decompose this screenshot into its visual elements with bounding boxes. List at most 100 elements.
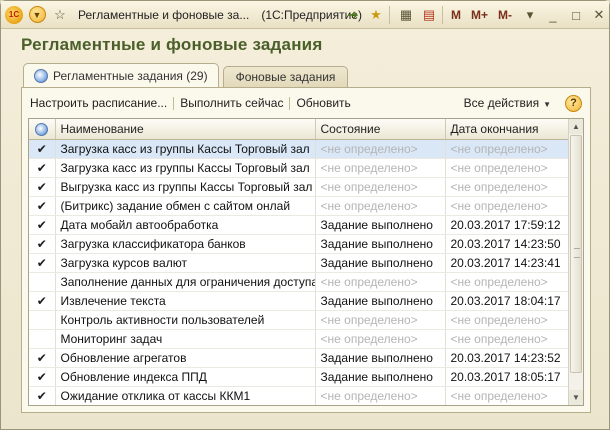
memory-minus-button[interactable]: M- — [498, 8, 512, 22]
favorites-star-icon[interactable]: ★ — [366, 5, 386, 25]
tab-label: Регламентные задания (29) — [53, 68, 208, 83]
use-checkbox[interactable]: ✔ — [29, 386, 56, 405]
calendar-icon[interactable]: ▤ — [419, 5, 439, 25]
table-row[interactable]: ✔ Загрузка касс из группы Кассы Торговый … — [29, 158, 570, 178]
scroll-down-icon[interactable]: ▼ — [569, 390, 583, 405]
job-end-date-cell: <не определено> — [445, 272, 570, 292]
use-checkbox[interactable]: ✔ — [29, 158, 56, 178]
job-state-cell: Задание выполнено — [315, 234, 446, 254]
job-state-cell: Задание выполнено — [315, 291, 446, 311]
tab-background-jobs[interactable]: Фоновые задания — [222, 66, 349, 87]
use-checkbox[interactable] — [29, 272, 56, 292]
job-name-cell: Обновление индекса ППД — [55, 367, 316, 387]
title-bar: 1С ▼ ☆ Регламентные и фоновые за... (1С:… — [1, 1, 609, 29]
table-row[interactable]: ✔ Обновление агрегатов Задание выполнено 20… — [29, 348, 570, 368]
use-checkbox[interactable] — [29, 329, 56, 349]
column-name-header[interactable]: Наименование — [55, 119, 316, 140]
window-menu-icon[interactable]: ▾ — [520, 5, 540, 25]
table-row[interactable]: ✔ Обновление индекса ППД Задание выполнено… — [29, 367, 570, 387]
table-row[interactable]: ✔ Загрузка курсов валют Задание выполнено 2… — [29, 253, 570, 273]
vertical-scrollbar[interactable]: ▲ ▼ — [568, 119, 583, 405]
app-logo-icon[interactable]: 1С — [4, 5, 24, 25]
table-row[interactable]: ✔ (Битрикс) задание обмен с сайтом онлай <… — [29, 196, 570, 216]
column-use-header[interactable] — [29, 119, 56, 140]
job-state-cell: Задание выполнено — [315, 215, 446, 235]
help-icon[interactable]: ? — [565, 94, 582, 112]
use-checkbox[interactable]: ✔ — [29, 291, 56, 311]
table-header: Наименование Состояние Дата окончания — [29, 119, 570, 140]
memory-button[interactable]: M — [451, 8, 461, 22]
go-icon[interactable]: ➜ — [343, 5, 363, 25]
table-row[interactable]: ✔ Загрузка классификатора банков Задание в… — [29, 234, 570, 254]
job-name-cell: Контроль активности пользователей — [55, 310, 316, 330]
table-row[interactable]: ✔ Извлечение текста Задание выполнено 20.03… — [29, 291, 570, 311]
column-date-header[interactable]: Дата окончания — [445, 119, 570, 140]
memory-plus-button[interactable]: M+ — [471, 8, 488, 22]
job-name-cell: Мониторинг задач — [55, 329, 316, 349]
job-name-cell: Извлечение текста — [55, 291, 316, 311]
table-row[interactable]: ✔ Выгрузка касс из группы Кассы Торговый … — [29, 177, 570, 197]
use-checkbox[interactable]: ✔ — [29, 367, 56, 387]
job-end-date-cell: 20.03.2017 14:23:52 — [445, 348, 570, 368]
job-name-cell: Дата мобайл автообработка — [55, 215, 316, 235]
job-state-cell: Задание выполнено — [315, 367, 446, 387]
chevron-down-icon: ▼ — [543, 100, 551, 109]
table-row[interactable]: Мониторинг задач <не определено> <не опред… — [29, 329, 570, 349]
job-state-cell: <не определено> — [315, 158, 446, 178]
use-checkbox[interactable]: ✔ — [29, 234, 56, 254]
menu-chevron-down-icon[interactable]: ▼ — [27, 5, 47, 25]
tab-label: Фоновые задания — [235, 70, 336, 84]
tab-scheduled-jobs[interactable]: Регламентные задания (29) — [23, 63, 219, 87]
schedule-button[interactable]: Настроить расписание... — [30, 96, 167, 110]
table-row[interactable]: ✔ Загрузка касс из группы Кассы Торговый … — [29, 139, 570, 159]
table-row[interactable]: Контроль активности пользователей <не опр… — [29, 310, 570, 330]
command-bar: Настроить расписание... Выполнить сейчас… — [30, 94, 582, 112]
run-now-button[interactable]: Выполнить сейчас — [180, 96, 283, 110]
use-checkbox[interactable]: ✔ — [29, 196, 56, 216]
job-name-cell: Загрузка касс из группы Кассы Торговый з… — [55, 139, 316, 159]
use-checkbox[interactable]: ✔ — [29, 139, 56, 159]
job-state-cell: <не определено> — [315, 196, 446, 216]
minimize-icon[interactable]: _ — [543, 5, 563, 25]
job-end-date-cell: 20.03.2017 17:59:12 — [445, 215, 570, 235]
page-title: Регламентные и фоновые задания — [21, 35, 323, 54]
close-icon[interactable]: ✕ — [589, 5, 609, 25]
table-row[interactable]: ✔ Дата мобайл автообработка Задание выполн… — [29, 215, 570, 235]
tab-panel: Настроить расписание... Выполнить сейчас… — [21, 87, 591, 413]
job-end-date-cell: <не определено> — [445, 158, 570, 178]
job-name-cell: Обновление агрегатов — [55, 348, 316, 368]
job-state-cell: Задание выполнено — [315, 253, 446, 273]
tab-bar: Регламентные задания (29) Фоновые задани… — [23, 63, 352, 87]
job-end-date-cell: 20.03.2017 14:23:41 — [445, 253, 570, 273]
job-state-cell: <не определено> — [315, 386, 446, 405]
star-icon[interactable]: ☆ — [50, 5, 70, 25]
use-checkbox[interactable]: ✔ — [29, 348, 56, 368]
column-state-header[interactable]: Состояние — [315, 119, 446, 140]
jobs-table: Наименование Состояние Дата окончания ✔ З… — [28, 118, 584, 406]
job-end-date-cell: <не определено> — [445, 139, 570, 159]
job-name-cell: Ожидание отклика от кассы ККМ1 — [55, 386, 316, 405]
scroll-thumb[interactable] — [570, 135, 582, 373]
job-state-cell: <не определено> — [315, 272, 446, 292]
scroll-up-icon[interactable]: ▲ — [569, 119, 583, 134]
all-actions-button[interactable]: Все действия ▼ — [464, 96, 551, 110]
use-checkbox[interactable]: ✔ — [29, 215, 56, 235]
calculator-icon[interactable]: ▦ — [396, 5, 416, 25]
job-state-cell: <не определено> — [315, 310, 446, 330]
job-name-cell: Заполнение данных для ограничения доступ… — [55, 272, 316, 292]
refresh-button[interactable]: Обновить — [296, 96, 350, 110]
job-end-date-cell: <не определено> — [445, 177, 570, 197]
job-name-cell: Загрузка классификатора банков — [55, 234, 316, 254]
use-checkbox[interactable]: ✔ — [29, 253, 56, 273]
maximize-icon[interactable]: □ — [566, 5, 586, 25]
job-name-cell: Загрузка курсов валют — [55, 253, 316, 273]
job-end-date-cell: <не определено> — [445, 329, 570, 349]
job-end-date-cell: <не определено> — [445, 310, 570, 330]
table-row[interactable]: Заполнение данных для ограничения доступ… — [29, 272, 570, 292]
job-end-date-cell: 20.03.2017 18:05:17 — [445, 367, 570, 387]
use-checkbox[interactable]: ✔ — [29, 177, 56, 197]
use-checkbox[interactable] — [29, 310, 56, 330]
table-row[interactable]: ✔ Ожидание отклика от кассы ККМ1 <не опред… — [29, 386, 570, 405]
job-state-cell: <не определено> — [315, 139, 446, 159]
job-state-cell: <не определено> — [315, 177, 446, 197]
